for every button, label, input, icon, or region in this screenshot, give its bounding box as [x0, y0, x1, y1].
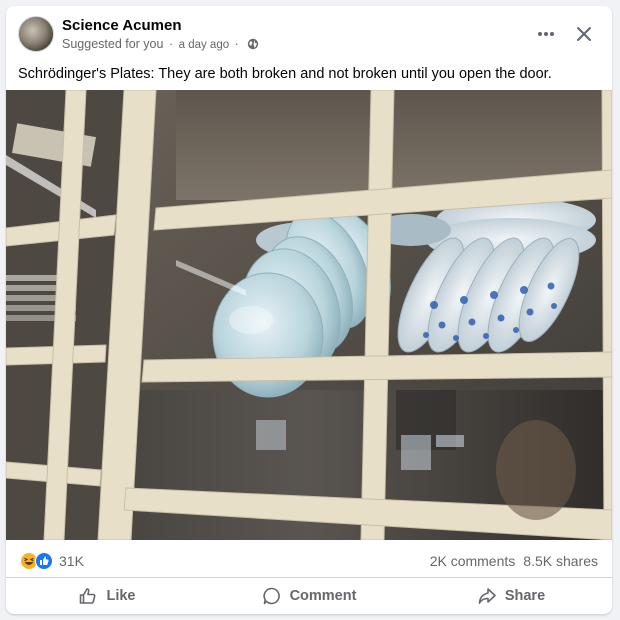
reactions-count: 31K	[59, 553, 84, 569]
post-card: Science Acumen Suggested for you · a day…	[6, 6, 612, 614]
more-horizontal-icon	[538, 32, 554, 36]
shares-count[interactable]: 8.5K shares	[523, 553, 598, 569]
like-button[interactable]: Like	[6, 580, 208, 612]
page-name[interactable]: Science Acumen	[62, 17, 182, 34]
close-button[interactable]	[570, 20, 598, 48]
comment-icon	[262, 587, 280, 605]
avatar[interactable]	[18, 16, 54, 52]
like-label: Like	[106, 588, 136, 604]
comment-label: Comment	[289, 588, 357, 604]
cabinet-photo	[6, 90, 612, 540]
post-meta: Suggested for you · a day ago ·	[62, 37, 259, 51]
globe-icon	[248, 38, 259, 50]
suggested-label: Suggested for you	[62, 37, 164, 51]
post-actions: Like Comment Share	[6, 580, 612, 612]
engagement-counts: 2K comments 8.5K shares	[430, 553, 598, 569]
post-timestamp[interactable]: a day ago	[179, 39, 230, 51]
thumbs-up-icon	[80, 588, 96, 604]
more-options-button[interactable]	[532, 20, 560, 48]
close-icon	[577, 27, 591, 41]
post-header: Science Acumen Suggested for you · a day…	[6, 6, 612, 62]
post-photo[interactable]	[6, 90, 612, 540]
meta-separator-2: ·	[234, 37, 239, 51]
comment-button[interactable]: Comment	[208, 580, 410, 612]
share-button[interactable]: Share	[410, 580, 612, 612]
post-stats: 31K 2K comments 8.5K shares	[6, 544, 612, 578]
share-icon	[478, 588, 496, 604]
comments-count[interactable]: 2K comments	[430, 553, 516, 569]
meta-separator: ·	[168, 37, 174, 51]
reactions-summary[interactable]: 31K	[20, 552, 84, 570]
share-label: Share	[504, 588, 546, 604]
like-reaction-icon	[35, 552, 53, 570]
post-text: Schrödinger's Plates: They are both brok…	[18, 66, 552, 82]
